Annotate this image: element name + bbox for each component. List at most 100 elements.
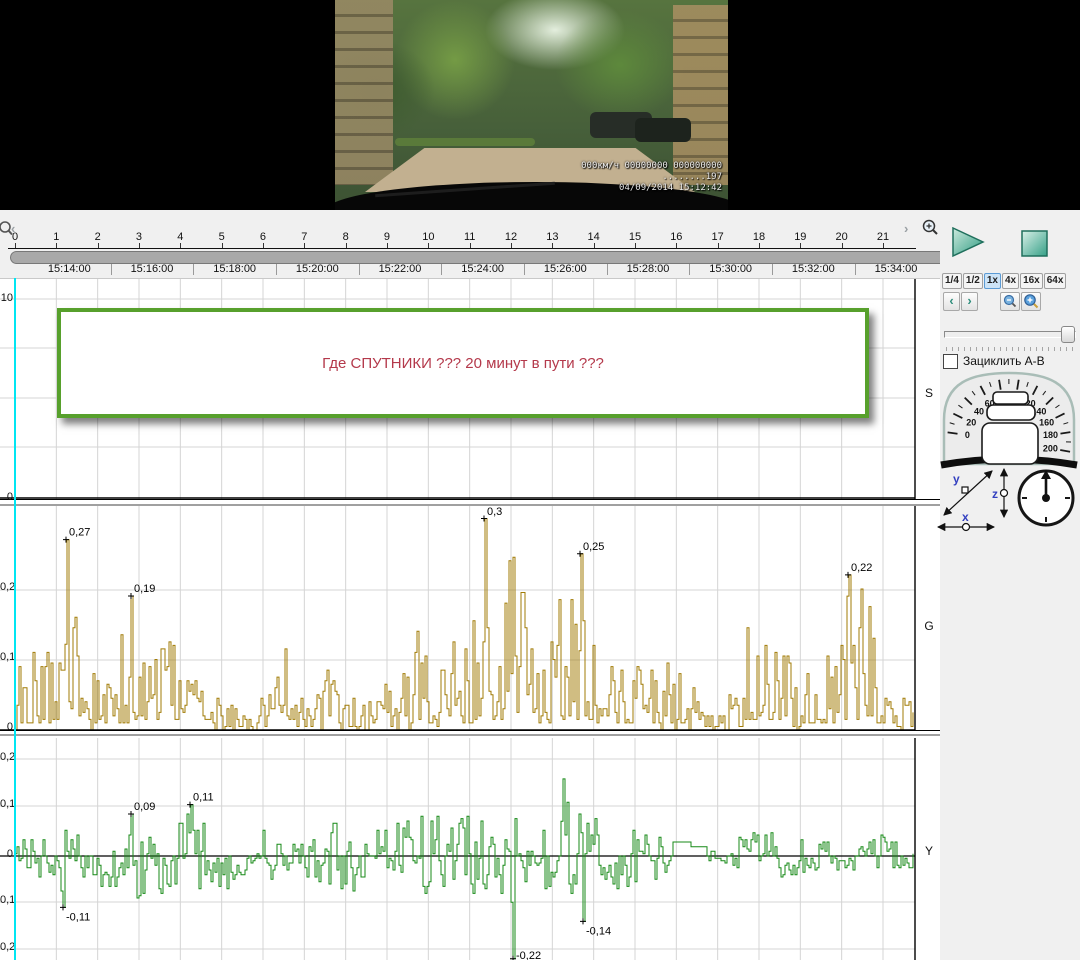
zoom-out-lens-icon <box>1001 293 1019 310</box>
gforce-panel[interactable]: 0,27 0,19 0,3 0,25 0,22 <box>0 506 940 731</box>
osd-speed-line: 000км/ч 00000000 000000000 <box>581 161 722 172</box>
axis-value-label: 0,1 <box>0 894 13 906</box>
timestamp-label: 15:28:00 <box>613 263 683 275</box>
speed-button-64x[interactable]: 64x <box>1044 273 1067 289</box>
ruler-number: 13 <box>540 231 564 243</box>
ab-slider-handle[interactable] <box>1061 326 1075 343</box>
ab-range-slider[interactable] <box>944 331 1076 338</box>
gauge-label: 200 <box>1043 443 1058 453</box>
ruler-number: 9 <box>375 231 399 243</box>
timestamp-label: 15:14:00 <box>34 263 104 275</box>
zoom-in-icon[interactable] <box>921 218 940 237</box>
y-axis-marker <box>962 487 968 493</box>
zoom-out-button[interactable] <box>1000 292 1020 311</box>
ruler-number: 5 <box>210 231 234 243</box>
timestamp-separator <box>193 264 194 275</box>
scroll-right-icon[interactable]: › <box>904 222 908 235</box>
panel-separator <box>0 730 943 731</box>
gauge-display-small <box>993 392 1028 404</box>
axis-value-label: 0,1 <box>0 651 13 663</box>
zoom-in-lens-icon <box>1022 293 1040 310</box>
axes-widget: y z x <box>934 463 1018 537</box>
peak-label: 0,19 <box>134 583 155 595</box>
speed-button-1/4[interactable]: 1/4 <box>942 273 962 289</box>
speed-button-1x[interactable]: 1x <box>984 273 1001 289</box>
ruler-number: 19 <box>788 231 812 243</box>
peak-label: 0,3 <box>487 506 502 518</box>
axis-value-label: 0,1 <box>0 798 13 810</box>
ab-slider-ticks <box>946 347 1074 351</box>
timestamp-label: 15:18:00 <box>200 263 270 275</box>
ruler-number: 21 <box>871 231 895 243</box>
speed-buttons-row: 1/41/21x4x16x64x <box>942 270 1067 289</box>
peak-label: 0,22 <box>851 562 872 574</box>
control-sidebar: 1/41/21x4x16x64x ‹ › <box>940 210 1080 960</box>
y-axis-label: y <box>953 472 960 486</box>
gauge-label: 180 <box>1043 430 1058 440</box>
gauge-label: 40 <box>974 407 984 417</box>
step-forward-button[interactable]: › <box>961 292 978 311</box>
playhead-cursor[interactable] <box>14 278 16 960</box>
peak-label: 0,25 <box>583 541 604 553</box>
timestamp-label: 15:34:00 <box>861 263 931 275</box>
osd-datetime-line: 04/09/2014 15:12:42 <box>581 183 722 194</box>
axis-value-label: 10 <box>0 292 13 304</box>
ruler-number: 15 <box>623 231 647 243</box>
gauge-display-medium <box>987 405 1035 420</box>
ruler-number: 0 <box>3 231 27 243</box>
ruler-number: 11 <box>458 231 482 243</box>
video-foliage <box>555 10 685 120</box>
axis-value-label: 0,2 <box>0 751 13 763</box>
channel-label-s: S <box>919 386 939 400</box>
charts-area: 0,270,190,30,250,22 -0,110,090,11-0,22-0… <box>0 278 940 960</box>
axis-value-label: 0 <box>0 848 13 860</box>
panel-separator <box>0 734 943 736</box>
step-back-button[interactable]: ‹ <box>943 292 960 311</box>
ruler-number: 6 <box>251 231 275 243</box>
timestamp-label: 15:32:00 <box>778 263 848 275</box>
video-hedge <box>395 138 535 146</box>
timestamp-separator <box>607 264 608 275</box>
panel-separator <box>0 499 943 500</box>
yaxis-panel[interactable]: -0,110,090,11-0,22-0,14 <box>0 738 940 960</box>
ruler-number: 3 <box>127 231 151 243</box>
speed-button-1/2[interactable]: 1/2 <box>963 273 983 289</box>
timestamp-separator <box>359 264 360 275</box>
timestamp-label: 15:16:00 <box>117 263 187 275</box>
peak-label: 0,09 <box>134 801 155 813</box>
axis-value-label: 0 <box>0 491 13 503</box>
z-axis-label: z <box>992 487 998 501</box>
video-car <box>635 118 691 142</box>
timestamp-label: 15:26:00 <box>530 263 600 275</box>
gauge-label: 160 <box>1039 417 1054 427</box>
peak-label: 0,27 <box>69 527 90 539</box>
zoom-in-button[interactable] <box>1021 292 1041 311</box>
x-axis-marker <box>963 524 970 531</box>
ruler-number: 10 <box>416 231 440 243</box>
ruler-number: 14 <box>582 231 606 243</box>
heading-clock <box>1014 466 1078 530</box>
ruler-number: 17 <box>706 231 730 243</box>
timestamp-separator <box>441 264 442 275</box>
play-button[interactable] <box>951 227 987 259</box>
speed-button-4x[interactable]: 4x <box>1002 273 1019 289</box>
osd-counter-line: ........197 <box>581 172 722 183</box>
timestamp-separator <box>689 264 690 275</box>
video-building-right <box>673 5 728 185</box>
timestamp-label: 15:30:00 <box>696 263 766 275</box>
channel-label-y: Y <box>919 844 939 858</box>
no-satellites-message-box: Где СПУТНИКИ ??? 20 минут в пути ??? <box>57 308 869 418</box>
ruler-number: 8 <box>334 231 358 243</box>
stop-button[interactable] <box>1020 229 1052 259</box>
no-satellites-message: Где СПУТНИКИ ??? 20 минут в пути ??? <box>322 355 604 372</box>
timestamp-separator <box>772 264 773 275</box>
ruler-number: 2 <box>86 231 110 243</box>
speed-button-16x[interactable]: 16x <box>1020 273 1043 289</box>
ruler-number: 7 <box>292 231 316 243</box>
ruler-number: 4 <box>168 231 192 243</box>
peak-label: -0,11 <box>66 911 90 923</box>
timestamp-label: 15:20:00 <box>282 263 352 275</box>
x-axis-label: x <box>962 510 969 524</box>
app-window: 000км/ч 00000000 000000000 ........197 0… <box>0 0 1080 960</box>
timeline[interactable]: ‹ › 0123456789101112131415161718192021 1… <box>0 210 940 278</box>
